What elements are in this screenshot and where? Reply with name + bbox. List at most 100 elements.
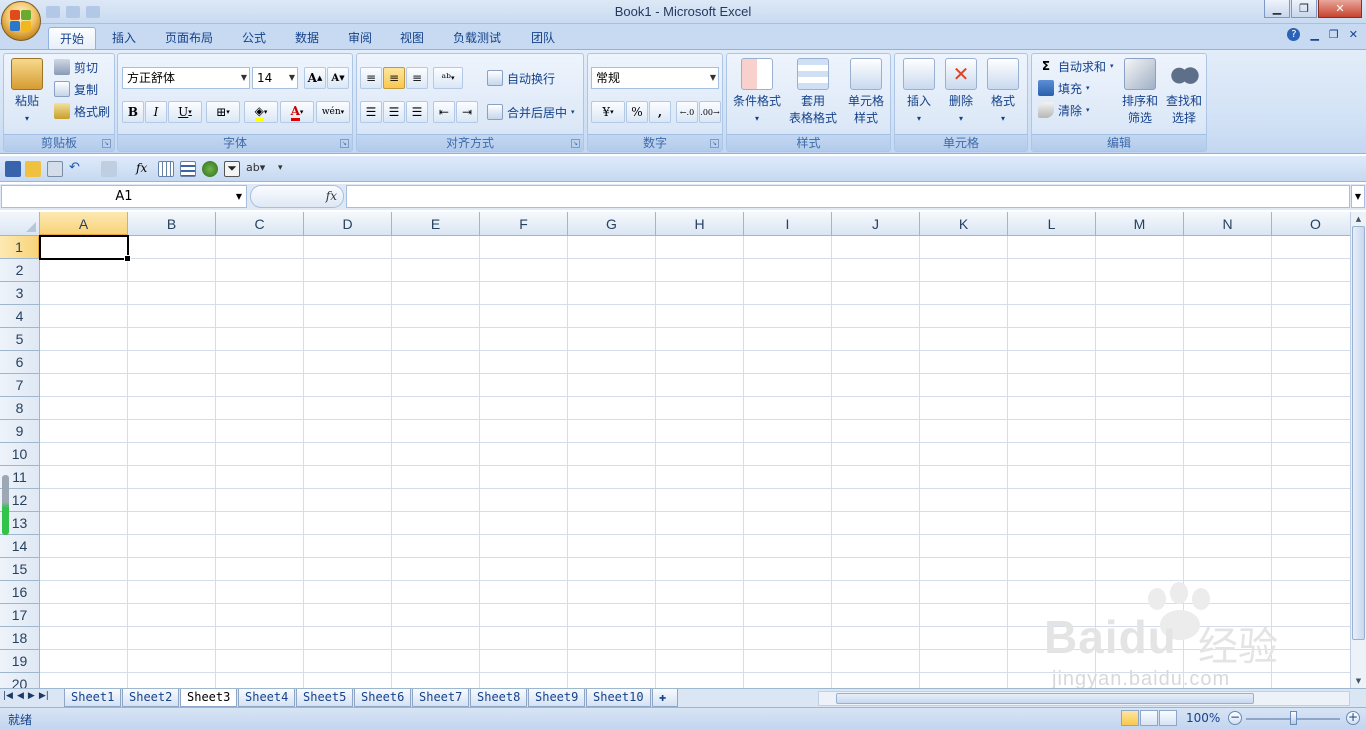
sheet-tab[interactable]: Sheet10 (586, 689, 651, 707)
column-header[interactable]: L (1008, 212, 1096, 236)
page-layout-view-icon[interactable] (1140, 710, 1158, 726)
row-header[interactable]: 18 (0, 627, 40, 650)
decrease-decimal-button[interactable]: .00→ (699, 101, 721, 123)
row-header[interactable]: 5 (0, 328, 40, 351)
row-header[interactable]: 20 (0, 673, 40, 688)
currency-button[interactable]: ¥ ▾ (591, 101, 625, 123)
sheet-tab[interactable]: Sheet3 (180, 689, 238, 707)
name-box[interactable]: A1 ▼ (1, 185, 247, 208)
row-header[interactable]: 6 (0, 351, 40, 374)
row-header[interactable]: 8 (0, 397, 40, 420)
row-header[interactable]: 9 (0, 420, 40, 443)
font-size-combo[interactable]: 14 ▼ (252, 67, 298, 89)
column-header[interactable]: D (304, 212, 392, 236)
merge-center-button[interactable]: 合并后居中 ▾ (487, 102, 575, 122)
row-header[interactable]: 3 (0, 282, 40, 305)
sheet-tab[interactable]: Sheet5 (296, 689, 354, 707)
shrink-font-button[interactable]: A ▼ (327, 67, 349, 89)
increase-indent-button[interactable]: ⇥ (456, 101, 478, 123)
font-launcher-icon[interactable]: ↘ (340, 139, 349, 148)
column-header[interactable]: F (480, 212, 568, 236)
expand-formula-bar-icon[interactable]: ▼ (1351, 185, 1365, 208)
scroll-down-icon[interactable]: ▼ (1352, 675, 1365, 687)
zoom-in-icon[interactable]: + (1346, 711, 1360, 725)
vertical-scrollbar[interactable]: ▲ ▼ (1350, 212, 1366, 688)
italic-button[interactable]: I (145, 101, 167, 123)
conditional-format-button[interactable]: 条件格式 ▾ (731, 58, 783, 127)
horizontal-scroll-thumb[interactable] (836, 693, 1254, 704)
column-header[interactable]: G (568, 212, 656, 236)
prev-sheet-icon[interactable]: ◀ (17, 691, 24, 701)
copy-button[interactable]: 复制 (54, 79, 98, 99)
horizontal-scrollbar[interactable] (818, 691, 1350, 706)
row-header[interactable]: 4 (0, 305, 40, 328)
formula-input[interactable] (346, 185, 1350, 208)
cells-area[interactable] (40, 236, 1350, 688)
row-header[interactable]: 17 (0, 604, 40, 627)
customize-toolbar-icon[interactable]: ▾ (278, 161, 294, 177)
first-sheet-icon[interactable]: |◀ (3, 691, 13, 701)
format-painter-icon[interactable] (101, 161, 117, 177)
column-header[interactable]: K (920, 212, 1008, 236)
minimize-button[interactable]: ▁ (1264, 0, 1290, 18)
insert-cells-button[interactable]: 插入 ▾ (899, 58, 939, 127)
tab-page-layout[interactable]: 页面布局 (154, 27, 224, 50)
tab-data[interactable]: 数据 (284, 27, 330, 50)
sort-filter-button[interactable]: 排序和 筛选 (1118, 58, 1162, 127)
underline-button[interactable]: U ▾ (168, 101, 202, 123)
office-button[interactable] (1, 1, 41, 41)
insert-function-icon[interactable]: fx (136, 161, 152, 177)
row-header[interactable]: 19 (0, 650, 40, 673)
zoom-slider-thumb[interactable] (1290, 711, 1297, 725)
grow-font-button[interactable]: A ▲ (304, 67, 326, 89)
phonetic-button[interactable]: wén ▾ (316, 101, 350, 123)
format-as-table-button[interactable]: 套用 表格格式 (785, 58, 841, 127)
column-header[interactable]: A (40, 212, 128, 236)
align-left-button[interactable]: ☰ (360, 101, 382, 123)
sheet-tab[interactable]: Sheet4 (238, 689, 296, 707)
open-folder-icon[interactable] (25, 161, 41, 177)
comma-button[interactable]: , (649, 101, 671, 123)
delete-cells-button[interactable]: ✕ 删除 ▾ (941, 58, 981, 127)
find-select-button[interactable]: 查找和 选择 (1162, 58, 1206, 127)
cell-styles-button[interactable]: 单元格 样式 (843, 58, 889, 127)
orientation-button[interactable]: ᵃᵇ ▾ (433, 67, 463, 89)
row-header[interactable]: 10 (0, 443, 40, 466)
column-header[interactable]: H (656, 212, 744, 236)
paste-button[interactable]: 粘贴 ▾ (10, 58, 44, 127)
row-header[interactable]: 15 (0, 558, 40, 581)
ribbon-restore-icon[interactable]: ❐ (1329, 28, 1339, 41)
scroll-up-icon[interactable]: ▲ (1352, 213, 1365, 225)
align-top-button[interactable]: ≡ (360, 67, 382, 89)
column-header[interactable]: E (392, 212, 480, 236)
column-header[interactable]: B (128, 212, 216, 236)
bold-button[interactable]: B (122, 101, 144, 123)
insert-function-button[interactable]: fx (250, 185, 344, 208)
zoom-out-icon[interactable]: − (1228, 711, 1242, 725)
last-sheet-icon[interactable]: ▶| (39, 691, 49, 701)
tab-view[interactable]: 视图 (389, 27, 435, 50)
ribbon-minimize-icon[interactable]: ▁ (1310, 28, 1318, 41)
ribbon-close-icon[interactable]: ✕ (1349, 28, 1358, 41)
select-all-button[interactable] (0, 212, 40, 236)
autosum-button[interactable]: Σ 自动求和 ▾ (1038, 56, 1114, 76)
row-header[interactable]: 7 (0, 374, 40, 397)
row-header[interactable]: 1 (0, 236, 40, 259)
number-format-combo[interactable]: 常规 ▼ (591, 67, 719, 89)
restore-button[interactable]: ❐ (1291, 0, 1317, 18)
help-icon[interactable]: ? (1287, 28, 1301, 41)
filter-icon[interactable]: ⏷ (224, 161, 240, 177)
close-button[interactable]: ✕ (1318, 0, 1362, 18)
grid-icon[interactable] (158, 161, 174, 177)
sheet-tab[interactable]: Sheet2 (122, 689, 180, 707)
normal-view-icon[interactable] (1121, 710, 1139, 726)
clipboard-launcher-icon[interactable]: ↘ (102, 139, 111, 148)
undo-icon[interactable]: ↶ (69, 161, 85, 177)
fill-button[interactable]: 填充 ▾ (1038, 78, 1090, 98)
wrap-text-button[interactable]: 自动换行 (487, 68, 555, 88)
insert-sheet-icon[interactable]: ✚ (652, 689, 678, 707)
number-launcher-icon[interactable]: ↘ (710, 139, 719, 148)
tab-formulas[interactable]: 公式 (231, 27, 277, 50)
next-sheet-icon[interactable]: ▶ (28, 691, 35, 701)
sheet-tab[interactable]: Sheet7 (412, 689, 470, 707)
